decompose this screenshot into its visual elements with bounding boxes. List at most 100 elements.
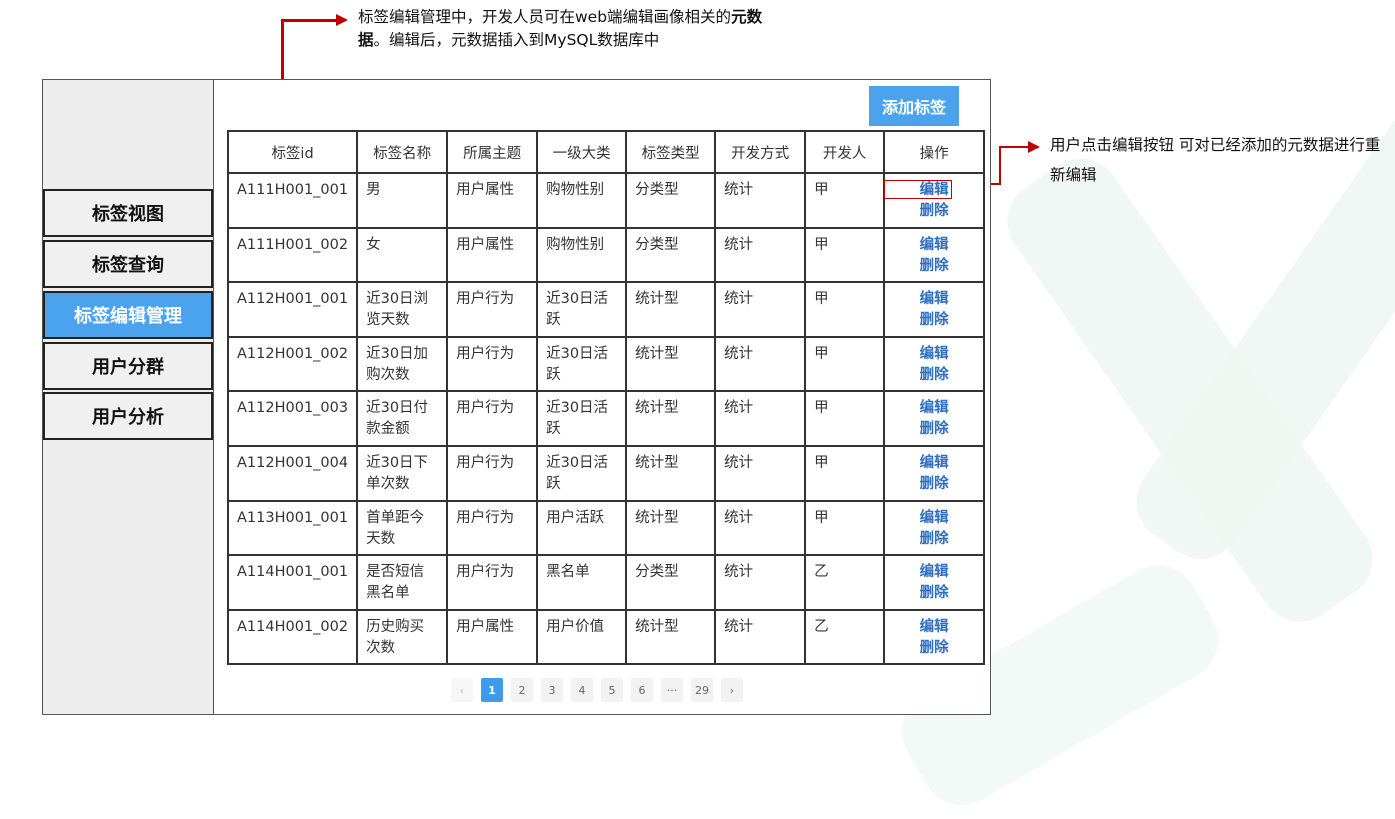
- sidebar-item-user-analysis[interactable]: 用户分析: [43, 392, 213, 440]
- topic-cell: 用户属性: [446, 226, 539, 284]
- dev-method-cell: 统计: [714, 335, 807, 393]
- tag-id-cell: A112H001_002: [226, 335, 359, 393]
- column-header: 一级大类: [536, 130, 628, 174]
- page-button[interactable]: 5: [601, 678, 623, 702]
- tag-name-cell: 近30日下单次数: [356, 444, 449, 502]
- tag-id-cell: A111H001_001: [226, 172, 359, 229]
- tag-id-cell: A111H001_002: [226, 226, 359, 284]
- delete-button[interactable]: 删除: [893, 638, 975, 659]
- annotation-arrow-head: [1028, 141, 1040, 153]
- tag-id-cell: A113H001_001: [226, 499, 359, 557]
- table-row: A114H001_001 是否短信黑名单 用户行为 黑名单 分类型 统计乙编辑 删除: [226, 554, 986, 611]
- tag-type-cell: 统计型: [625, 335, 717, 393]
- tag-type-cell: 统计型: [625, 390, 717, 447]
- annotation-right: 用户点击编辑按钮 可对已经添加的元数据进行重新编辑: [1050, 136, 1381, 184]
- delete-button[interactable]: 删除: [893, 419, 975, 440]
- actions-cell: 编辑 删除: [883, 226, 986, 284]
- category-cell: 用户价值: [536, 608, 628, 666]
- dev-method-cell: 统计: [714, 444, 807, 502]
- sidebar-item-tag-view[interactable]: 标签视图: [43, 189, 213, 237]
- sidebar: 标签视图 标签查询 标签编辑管理 用户分群 用户分析: [43, 80, 214, 714]
- page-button[interactable]: 6: [631, 678, 653, 702]
- tag-id-cell: A112H001_001: [226, 281, 359, 338]
- category-cell: 近30日活跃: [536, 281, 628, 338]
- developer-cell: 甲: [804, 281, 886, 338]
- table-row: A111H001_002 女用户属性 购物性别 分类型 统计甲编辑 删除: [226, 226, 986, 284]
- page-button[interactable]: 3: [541, 678, 563, 702]
- developer-cell: 甲: [804, 172, 886, 229]
- delete-button[interactable]: 删除: [893, 583, 975, 604]
- developer-cell: 甲: [804, 390, 886, 447]
- topic-cell: 用户行为: [446, 499, 539, 557]
- table-header-row: 标签id 标签名称 所属主题 一级大类 标签类型 开发方式 开发人 操作: [226, 130, 986, 174]
- edit-button[interactable]: 编辑: [893, 289, 975, 310]
- actions-cell: 编辑 删除: [883, 608, 986, 666]
- tag-type-cell: 分类型: [625, 554, 717, 611]
- page-button[interactable]: 29: [691, 678, 713, 702]
- page-button[interactable]: 1: [481, 678, 503, 702]
- next-page-button[interactable]: ›: [721, 678, 743, 702]
- category-cell: 用户活跃: [536, 499, 628, 557]
- annotation-top-text: 标签编辑管理中，开发人员可在web端编辑画像相关的: [358, 8, 732, 26]
- table-row: A113H001_001 首单距今天数 用户行为 用户活跃 统计型 统计甲编辑 删除: [226, 499, 986, 557]
- column-header: 标签id: [226, 130, 359, 174]
- delete-button[interactable]: 删除: [893, 256, 975, 277]
- add-tag-button[interactable]: 添加标签: [869, 86, 959, 126]
- dev-method-cell: 统计: [714, 499, 807, 557]
- actions-cell: 编辑 删除: [883, 281, 986, 338]
- developer-cell: 甲: [804, 444, 886, 502]
- column-header: 开发方式: [714, 130, 807, 174]
- edit-button[interactable]: 编辑: [893, 344, 975, 365]
- column-header: 开发人: [804, 130, 886, 174]
- table-row: A112H001_004 近30日下单次数 用户行为 近30日活跃 统计型 统计甲编辑 删除: [226, 444, 986, 502]
- developer-cell: 甲: [804, 335, 886, 393]
- category-cell: 购物性别: [536, 226, 628, 284]
- delete-button[interactable]: 删除: [893, 365, 975, 386]
- topic-cell: 用户行为: [446, 335, 539, 393]
- pagination: ‹ 1 2 3 4 5 6 ··· 29 ›: [451, 678, 743, 702]
- tag-name-cell: 近30日浏览天数: [356, 281, 449, 338]
- page-button[interactable]: 4: [571, 678, 593, 702]
- table-row: A112H001_001 近30日浏览天数 用户行为 近30日活跃 统计型 统计甲编辑 删除: [226, 281, 986, 338]
- sidebar-item-user-segment[interactable]: 用户分群: [43, 342, 213, 390]
- tag-name-cell: 历史购买次数: [356, 608, 449, 666]
- dev-method-cell: 统计: [714, 226, 807, 284]
- category-cell: 近30日活跃: [536, 335, 628, 393]
- edit-button[interactable]: 编辑: [893, 453, 975, 474]
- annotation-arrow-line: [281, 19, 337, 22]
- tag-id-cell: A112H001_003: [226, 390, 359, 447]
- tag-name-cell: 首单距今天数: [356, 499, 449, 557]
- edit-button[interactable]: 编辑: [893, 398, 975, 419]
- category-cell: 近30日活跃: [536, 390, 628, 447]
- delete-button[interactable]: 删除: [893, 474, 975, 495]
- delete-button[interactable]: 删除: [893, 529, 975, 550]
- prev-page-button[interactable]: ‹: [451, 678, 473, 702]
- topic-cell: 用户行为: [446, 444, 539, 502]
- dev-method-cell: 统计: [714, 390, 807, 447]
- delete-button[interactable]: 删除: [893, 310, 975, 331]
- delete-button[interactable]: 删除: [893, 201, 975, 222]
- tag-id-cell: A114H001_001: [226, 554, 359, 611]
- dev-method-cell: 统计: [714, 554, 807, 611]
- annotation-arrow-line: [999, 146, 1001, 185]
- tag-id-cell: A114H001_002: [226, 608, 359, 666]
- edit-button[interactable]: 编辑: [893, 562, 975, 583]
- sidebar-item-tag-edit-management[interactable]: 标签编辑管理: [43, 291, 213, 339]
- table-row: A112H001_002 近30日加购次数 用户行为 近30日活跃 统计型 统计甲编辑 删除: [226, 335, 986, 393]
- tag-name-cell: 近30日付款金额: [356, 390, 449, 447]
- developer-cell: 乙: [804, 554, 886, 611]
- tag-id-cell: A112H001_004: [226, 444, 359, 502]
- actions-cell: 编辑 删除: [883, 554, 986, 611]
- page-ellipsis: ···: [661, 678, 683, 702]
- sidebar-item-tag-query[interactable]: 标签查询: [43, 240, 213, 288]
- column-header: 操作: [883, 130, 986, 174]
- tag-type-cell: 统计型: [625, 444, 717, 502]
- page-button[interactable]: 2: [511, 678, 533, 702]
- developer-cell: 甲: [804, 226, 886, 284]
- edit-button[interactable]: 编辑: [893, 508, 975, 529]
- edit-button[interactable]: 编辑: [893, 617, 975, 638]
- topic-cell: 用户属性: [446, 172, 539, 229]
- edit-button[interactable]: 编辑: [893, 235, 975, 256]
- edit-button-highlight: [884, 180, 952, 199]
- table-row: A112H001_003 近30日付款金额 用户行为 近30日活跃 统计型 统计甲编辑 删除: [226, 390, 986, 447]
